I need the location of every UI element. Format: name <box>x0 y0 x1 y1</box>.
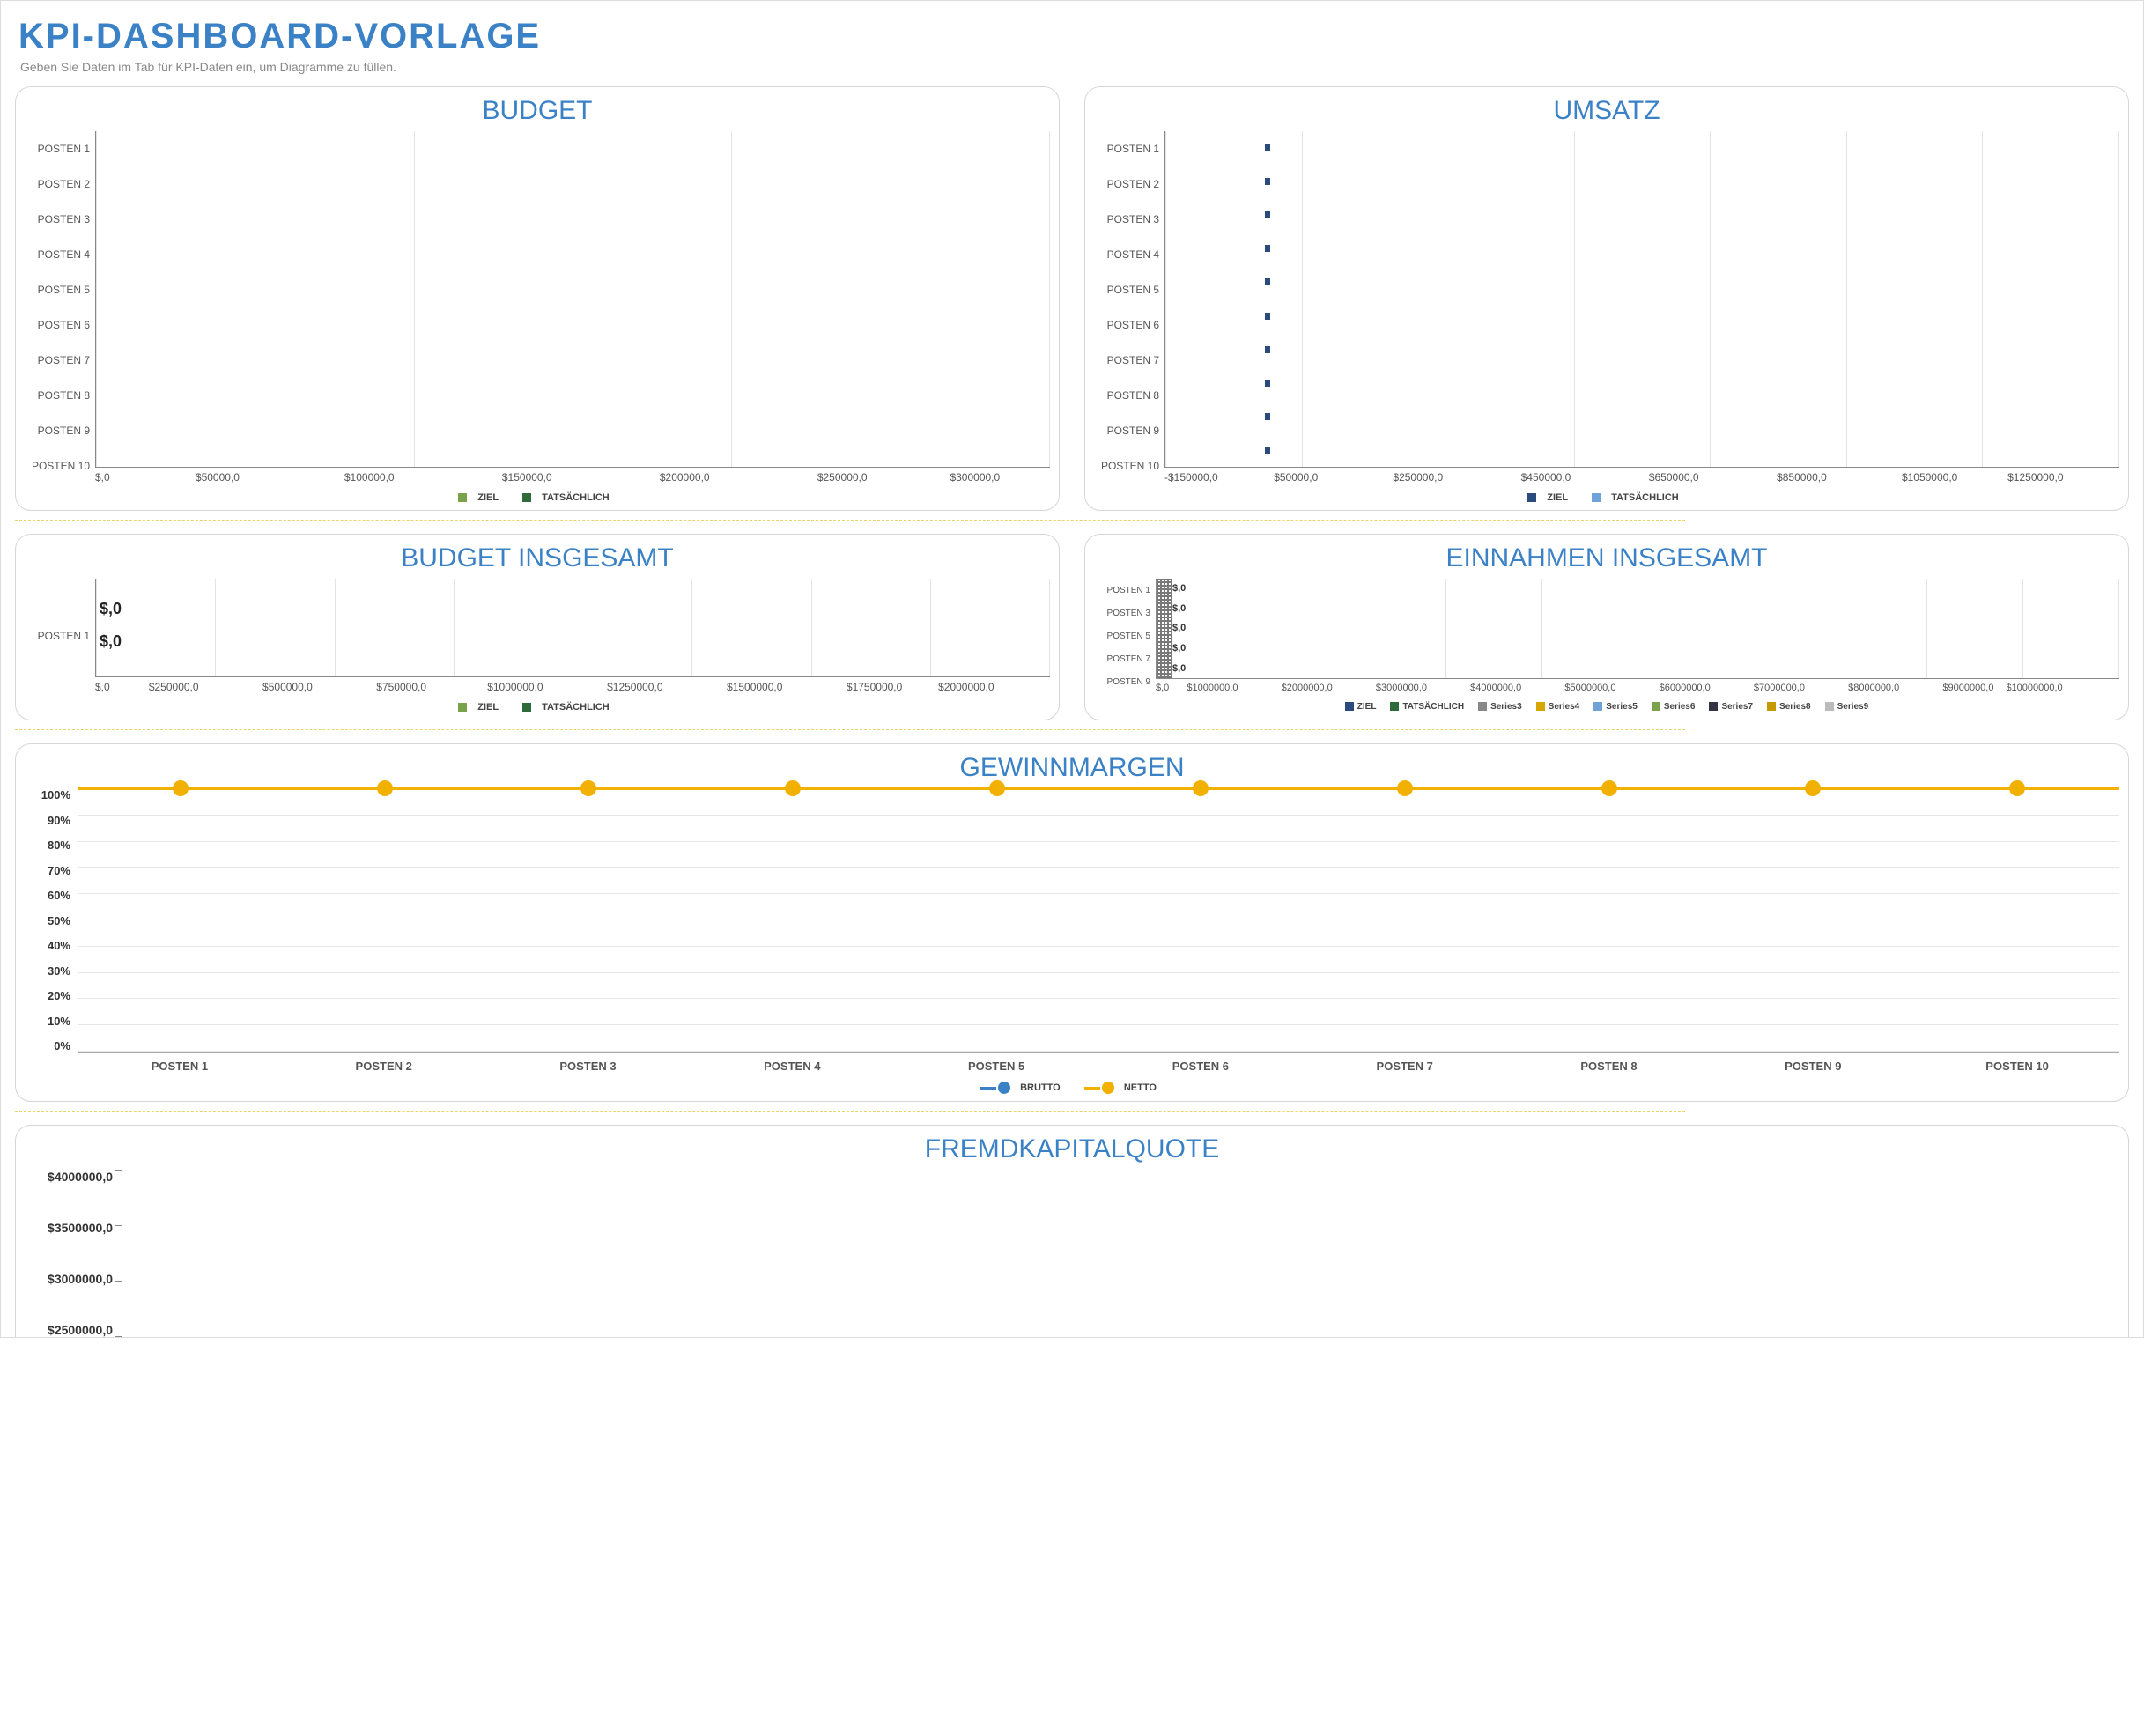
chart-title: FREMDKAPITALQUOTE <box>25 1134 2119 1164</box>
chart-title: BUDGET <box>25 96 1050 126</box>
data-point <box>785 780 801 796</box>
legend-swatch <box>1767 702 1776 711</box>
legend-swatch-netto <box>1102 1082 1114 1094</box>
separator <box>15 1111 1685 1112</box>
chart-card-budget: BUDGET POSTEN 1POSTEN 2POSTEN 3POSTEN 4P… <box>15 86 1060 511</box>
chart-card-umsatz: UMSATZ POSTEN 1POSTEN 2POSTEN 3POSTEN 4P… <box>1084 86 2129 511</box>
chart-legend: ZIELTATSÄCHLICHSeries3Series4Series5Seri… <box>1094 702 2119 712</box>
plot-area <box>1164 131 2119 468</box>
legend-swatch-tats <box>522 703 531 712</box>
legend-swatch-tats <box>522 493 531 502</box>
chart-card-gewinnmargen: GEWINNMARGEN 100%90%80%70%60%50%40%30%20… <box>15 743 2129 1102</box>
chart-card-einnahmen-total: EINNAHMEN INSGESAMT POSTEN 1POSTEN 3POST… <box>1084 534 2129 720</box>
data-point <box>1601 780 1617 796</box>
chart-card-budget-total: BUDGET INSGESAMT POSTEN 1 $,0 $,0 $,0$25… <box>15 534 1060 720</box>
chart-title: EINNAHMEN INSGESAMT <box>1094 543 2119 573</box>
x-axis-ticks: $,0$50000,0$100000,0$150000,0$200000,0$2… <box>95 468 1050 484</box>
page-subtitle: Geben Sie Daten im Tab für KPI-Daten ein… <box>20 60 2129 74</box>
chart-title: GEWINNMARGEN <box>25 753 2119 783</box>
plot-area <box>122 1170 2119 1337</box>
legend-swatch-ziel <box>458 493 467 502</box>
data-point <box>173 780 189 796</box>
data-point <box>377 780 393 796</box>
legend-swatch-ziel <box>458 703 467 712</box>
value-labels: $,0$,0$,0$,0$,0 <box>1172 579 1186 678</box>
data-point <box>1805 780 1821 796</box>
netto-markers <box>78 788 2119 1052</box>
chart-legend: ZIEL TATSÄCHLICH <box>25 702 1050 713</box>
y-axis-ticks: 100%90%80%70%60%50%40%30%20%10%0% <box>25 788 78 1053</box>
page-title: KPI-DASHBOARD-VORLAGE <box>18 17 2129 56</box>
legend-swatch-brutto <box>998 1082 1010 1094</box>
stacked-zero-bars <box>1157 579 1172 678</box>
zero-markers <box>1268 131 1275 467</box>
separator <box>15 520 1685 521</box>
plot-area: $,0$,0$,0$,0$,0 <box>1156 579 2119 679</box>
separator <box>15 729 1685 731</box>
y-axis-categories: POSTEN 1POSTEN 2POSTEN 3POSTEN 4POSTEN 5… <box>1094 131 1164 484</box>
legend-swatch <box>1825 702 1834 711</box>
legend-swatch <box>1536 702 1545 711</box>
dashboard-page: KPI-DASHBOARD-VORLAGE Geben Sie Daten im… <box>0 0 2144 1338</box>
x-axis-categories: POSTEN 1POSTEN 2POSTEN 3POSTEN 4POSTEN 5… <box>78 1060 2119 1073</box>
legend-swatch <box>1390 702 1399 711</box>
value-label: $,0 <box>100 600 122 618</box>
y-axis-categories: POSTEN 1POSTEN 3POSTEN 5POSTEN 7POSTEN 9 <box>1094 579 1156 693</box>
x-axis-ticks: -$150000,0$50000,0$250000,0$450000,0$650… <box>1164 468 2119 484</box>
chart-title: UMSATZ <box>1094 96 2119 126</box>
y-axis-ticks: $4000000,0$3500000,0$3000000,0$2500000,0 <box>25 1170 122 1337</box>
data-point <box>2009 780 2025 796</box>
chart-legend: BRUTTO NETTO <box>25 1082 2119 1094</box>
x-axis-ticks: $,0$1000000,0$2000000,0$3000000,0$400000… <box>1156 679 2119 693</box>
x-axis-ticks: $,0$250000,0$500000,0$750000,0$1000000,0… <box>95 677 1050 693</box>
data-point <box>1397 780 1413 796</box>
legend-swatch <box>1709 702 1718 711</box>
chart-card-fremdkapitalquote: FREMDKAPITALQUOTE $4000000,0$3500000,0$3… <box>15 1125 2129 1337</box>
data-point <box>1193 780 1209 796</box>
data-point <box>580 780 596 796</box>
chart-legend: ZIEL TATSÄCHLICH <box>1094 492 2119 503</box>
legend-swatch <box>1593 702 1602 711</box>
legend-swatch-tats <box>1592 493 1601 502</box>
chart-title: BUDGET INSGESAMT <box>25 543 1050 573</box>
legend-swatch <box>1652 702 1660 711</box>
data-point <box>989 780 1005 796</box>
legend-swatch <box>1345 702 1354 711</box>
y-axis-categories: POSTEN 1 <box>25 579 95 693</box>
plot-area: $,0 $,0 <box>95 579 1050 677</box>
plot-area <box>95 131 1050 468</box>
value-label: $,0 <box>100 632 122 651</box>
chart-legend: ZIEL TATSÄCHLICH <box>25 492 1050 503</box>
legend-swatch-ziel <box>1527 493 1536 502</box>
y-axis-categories: POSTEN 1POSTEN 2POSTEN 3POSTEN 4POSTEN 5… <box>25 131 95 484</box>
legend-swatch <box>1478 702 1487 711</box>
plot-area <box>78 788 2119 1053</box>
